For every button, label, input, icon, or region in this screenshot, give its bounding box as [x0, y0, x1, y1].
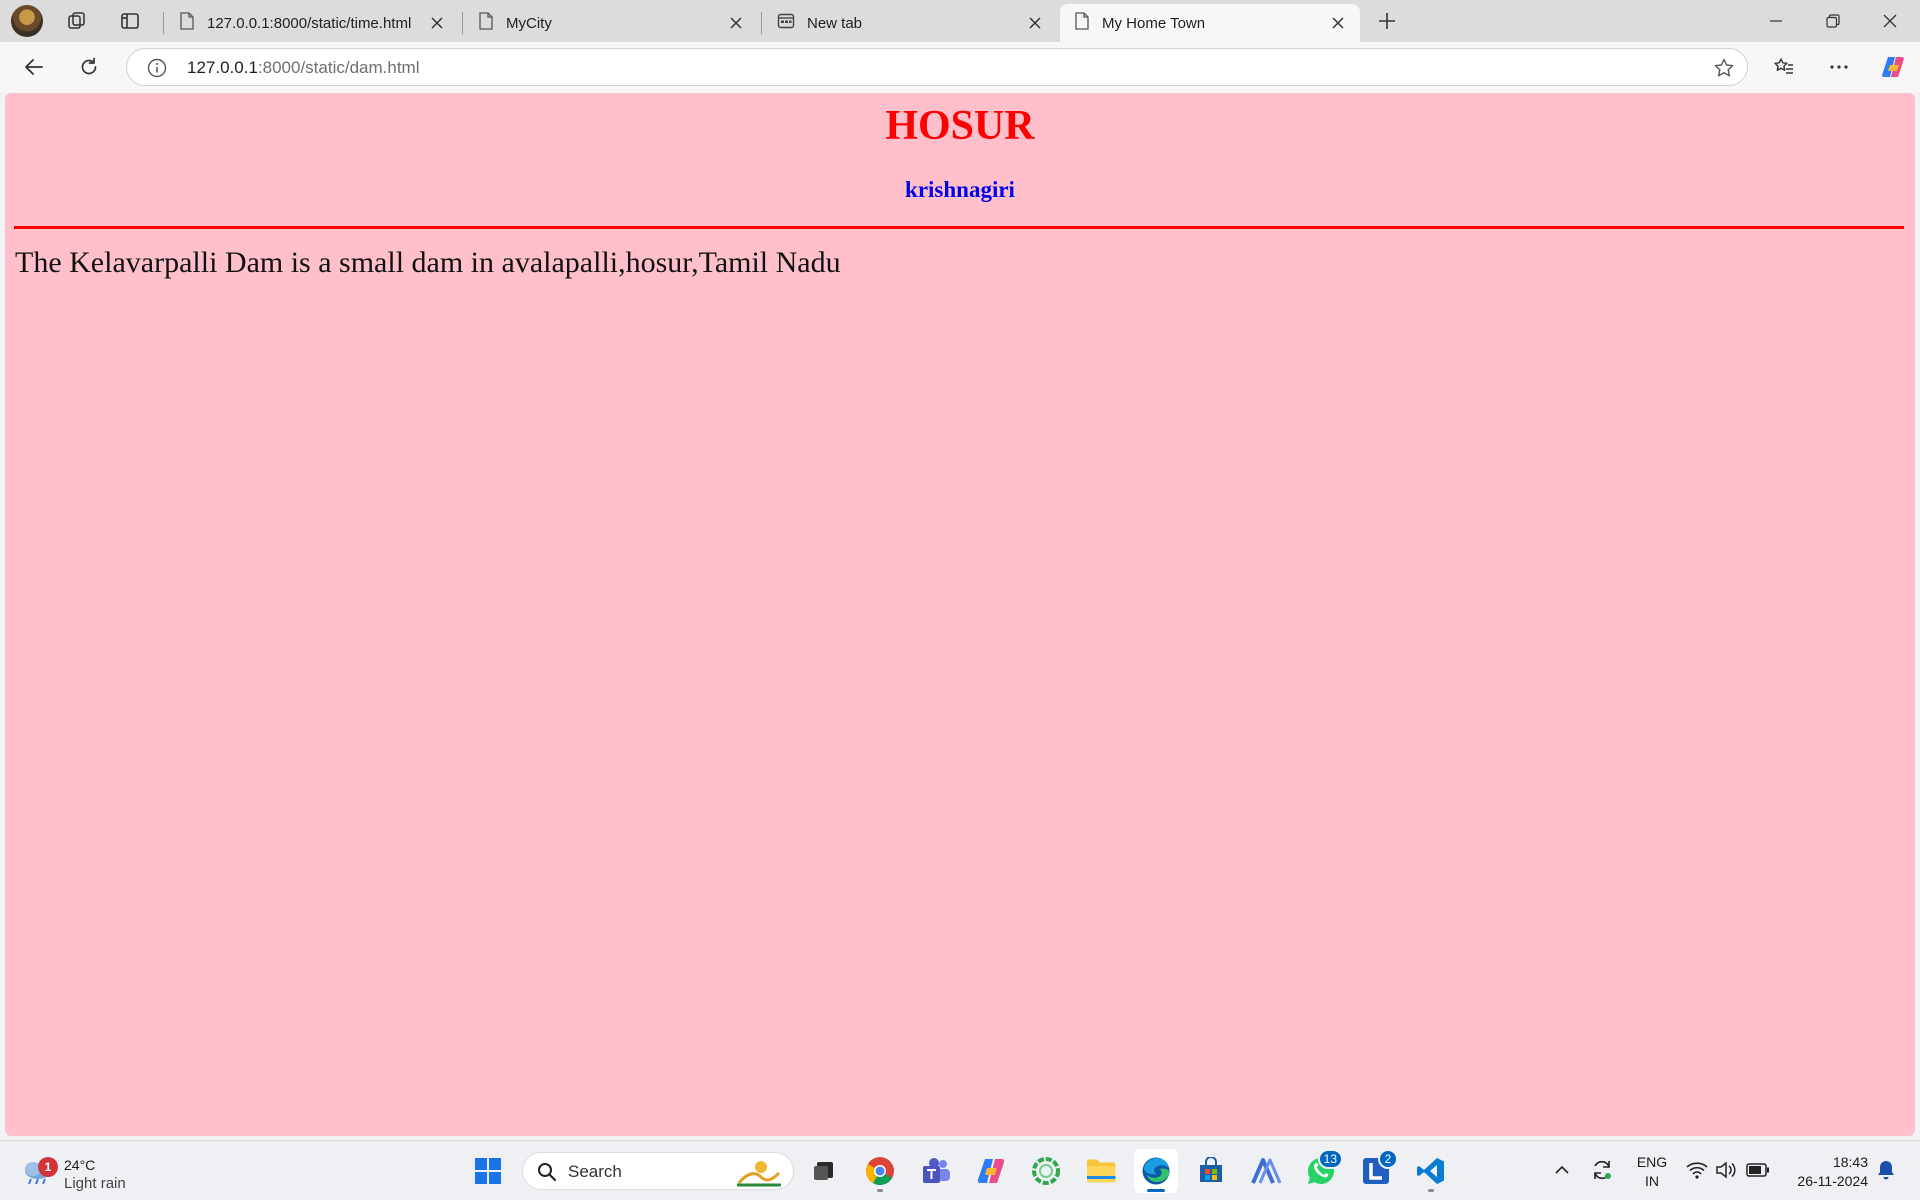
whatsapp-icon[interactable]: 13	[1299, 1149, 1343, 1193]
tab-title: My Home Town	[1102, 14, 1206, 32]
copilot-icon[interactable]	[1877, 51, 1909, 83]
page-icon	[1074, 11, 1090, 35]
back-icon[interactable]	[18, 51, 50, 83]
windows-taskbar: 1 24°C Light rain Search 13 2 ENG IN 18:…	[0, 1140, 1920, 1200]
l-app-icon[interactable]: 2	[1354, 1149, 1398, 1193]
search-highlight-icon	[735, 1157, 783, 1187]
notification-badge: 1	[38, 1157, 58, 1177]
page-viewport: HOSUR krishnagiri The Kelavarpalli Dam i…	[5, 93, 1915, 1136]
language-indicator[interactable]: ENG IN	[1634, 1153, 1670, 1191]
task-view-icon[interactable]	[802, 1149, 846, 1193]
favorites-icon[interactable]	[1768, 51, 1800, 83]
arc-app-icon[interactable]	[1244, 1149, 1288, 1193]
volume-icon[interactable]	[1712, 1155, 1740, 1185]
close-icon[interactable]	[1025, 13, 1045, 33]
clock-time: 18:43	[1832, 1154, 1868, 1170]
restore-icon[interactable]	[1805, 0, 1861, 42]
chevron-up-icon[interactable]	[1548, 1155, 1576, 1185]
file-explorer-icon[interactable]	[1079, 1149, 1123, 1193]
wifi-icon[interactable]	[1683, 1155, 1711, 1185]
weather-description: Light rain	[64, 1175, 126, 1192]
close-icon[interactable]	[427, 13, 447, 33]
page-icon	[179, 11, 195, 35]
browser-tab-strip: 127.0.0.1:8000/static/time.html MyCity N…	[0, 0, 1920, 42]
chrome-icon[interactable]	[858, 1149, 902, 1193]
search-icon	[537, 1162, 557, 1182]
page-paragraph: The Kelavarpalli Dam is a small dam in a…	[15, 246, 841, 279]
address-url[interactable]: 127.0.0.1:8000/static/dam.html	[187, 58, 419, 78]
page-icon	[478, 11, 494, 35]
more-options-icon[interactable]	[1823, 51, 1855, 83]
tab-time[interactable]: 127.0.0.1:8000/static/time.html	[165, 4, 459, 42]
window-close-icon[interactable]	[1862, 0, 1918, 42]
l-app-badge: 2	[1378, 1149, 1398, 1169]
new-tab-button[interactable]	[1372, 7, 1402, 35]
copilot-app-icon[interactable]	[969, 1149, 1013, 1193]
taskbar-search[interactable]: Search	[522, 1152, 794, 1190]
browser-toolbar: 127.0.0.1:8000/static/dam.html	[0, 42, 1920, 92]
region-code: IN	[1645, 1173, 1659, 1189]
close-icon[interactable]	[1328, 13, 1348, 33]
url-path: :8000/static/dam.html	[257, 58, 420, 77]
notification-bell-icon[interactable]	[1872, 1155, 1900, 1185]
weather-temperature: 24°C	[64, 1157, 96, 1173]
tab-title: New tab	[807, 14, 863, 32]
page-title: HOSUR	[885, 103, 1035, 149]
site-info-icon[interactable]	[146, 57, 168, 79]
teams-icon[interactable]	[914, 1149, 958, 1193]
clock-date: 26-11-2024	[1797, 1173, 1868, 1189]
edge-icon[interactable]	[1134, 1149, 1178, 1193]
whatsapp-badge: 13	[1317, 1149, 1343, 1169]
sync-icon[interactable]	[1588, 1155, 1616, 1185]
battery-icon[interactable]	[1744, 1155, 1772, 1185]
address-bar[interactable]: 127.0.0.1:8000/static/dam.html	[126, 48, 1748, 86]
tab-new-tab[interactable]: New tab	[763, 4, 1057, 42]
tab-mycity[interactable]: MyCity	[464, 4, 758, 42]
tab-title: 127.0.0.1:8000/static/time.html	[207, 14, 412, 32]
tab-title: MyCity	[506, 14, 552, 32]
horizontal-rule	[14, 226, 1904, 229]
workspaces-icon[interactable]	[62, 7, 92, 35]
weather-widget[interactable]: 1 24°C Light rain	[20, 1149, 160, 1193]
refresh-icon[interactable]	[73, 51, 105, 83]
page-subtitle: krishnagiri	[905, 177, 1015, 202]
system-clock[interactable]: 18:43 26-11-2024	[1780, 1153, 1868, 1191]
favorite-star-icon[interactable]	[1713, 57, 1735, 79]
minimize-icon[interactable]	[1748, 0, 1804, 42]
tab-my-home-town[interactable]: My Home Town	[1060, 4, 1360, 42]
vertical-tabs-icon[interactable]	[115, 7, 145, 35]
store-icon[interactable]	[1189, 1149, 1233, 1193]
new-tab-icon	[777, 12, 795, 35]
search-placeholder: Search	[568, 1162, 622, 1181]
close-icon[interactable]	[726, 13, 746, 33]
green-circle-app-icon[interactable]	[1024, 1149, 1068, 1193]
language-code: ENG	[1636, 1154, 1668, 1170]
profile-avatar[interactable]	[11, 5, 43, 37]
start-icon[interactable]	[466, 1149, 510, 1193]
vscode-icon[interactable]	[1409, 1149, 1453, 1193]
url-host: 127.0.0.1	[187, 58, 258, 77]
